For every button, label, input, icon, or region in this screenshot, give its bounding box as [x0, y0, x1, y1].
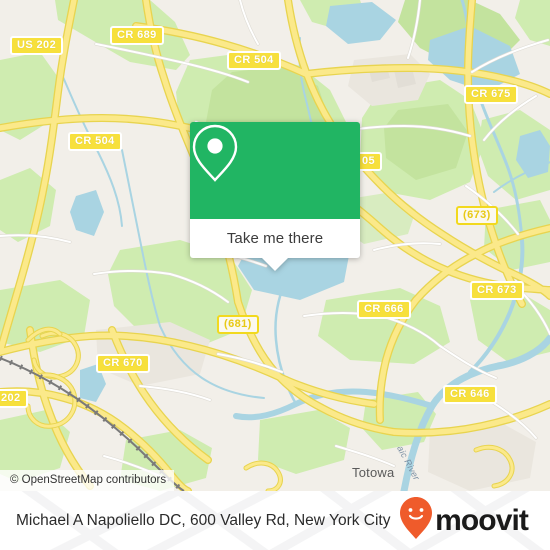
take-me-there-label: Take me there	[226, 230, 324, 247]
road-shield-us-202-north[interactable]: US 202	[10, 36, 64, 55]
popup-footer[interactable]: Take me there	[190, 219, 360, 271]
moovit-pin-smile-icon	[399, 496, 433, 545]
road-shield-cr-689[interactable]: CR 689	[110, 26, 164, 45]
moovit-brand[interactable]: moovit	[399, 496, 534, 545]
location-popup[interactable]: Take me there	[190, 122, 360, 271]
map-canvas[interactable]: .green{fill:#cfecb0;} .green2{fill:#d8ec…	[0, 0, 550, 491]
road-shield-cr-646[interactable]: CR 646	[443, 385, 497, 404]
place-title: Michael A Napoliello DC, 600 Valley Rd, …	[16, 511, 391, 529]
popup-header	[190, 122, 360, 219]
road-shield-us-202-south[interactable]: 202	[0, 389, 28, 408]
osm-attribution[interactable]: © OpenStreetMap contributors	[0, 470, 175, 491]
road-shield-cr-675[interactable]: CR 675	[464, 85, 518, 104]
footer-bar: Michael A Napoliello DC, 600 Valley Rd, …	[0, 491, 550, 550]
road-shield-673-paren[interactable]: (673)	[456, 206, 498, 225]
road-shield-cr-504-left[interactable]: CR 504	[68, 132, 122, 151]
road-shield-681-paren[interactable]: (681)	[217, 315, 259, 334]
place-label-totowa: Totowa	[352, 465, 395, 480]
road-shield-cr-504-top[interactable]: CR 504	[227, 51, 281, 70]
road-shield-cr-670[interactable]: CR 670	[96, 354, 150, 373]
map-screen: .green{fill:#cfecb0;} .green2{fill:#d8ec…	[0, 0, 550, 550]
road-shield-cr-673[interactable]: CR 673	[470, 281, 524, 300]
popup-pointer	[262, 258, 288, 271]
road-shield-cr-666[interactable]: CR 666	[357, 300, 411, 319]
moovit-wordmark: moovit	[435, 503, 529, 537]
